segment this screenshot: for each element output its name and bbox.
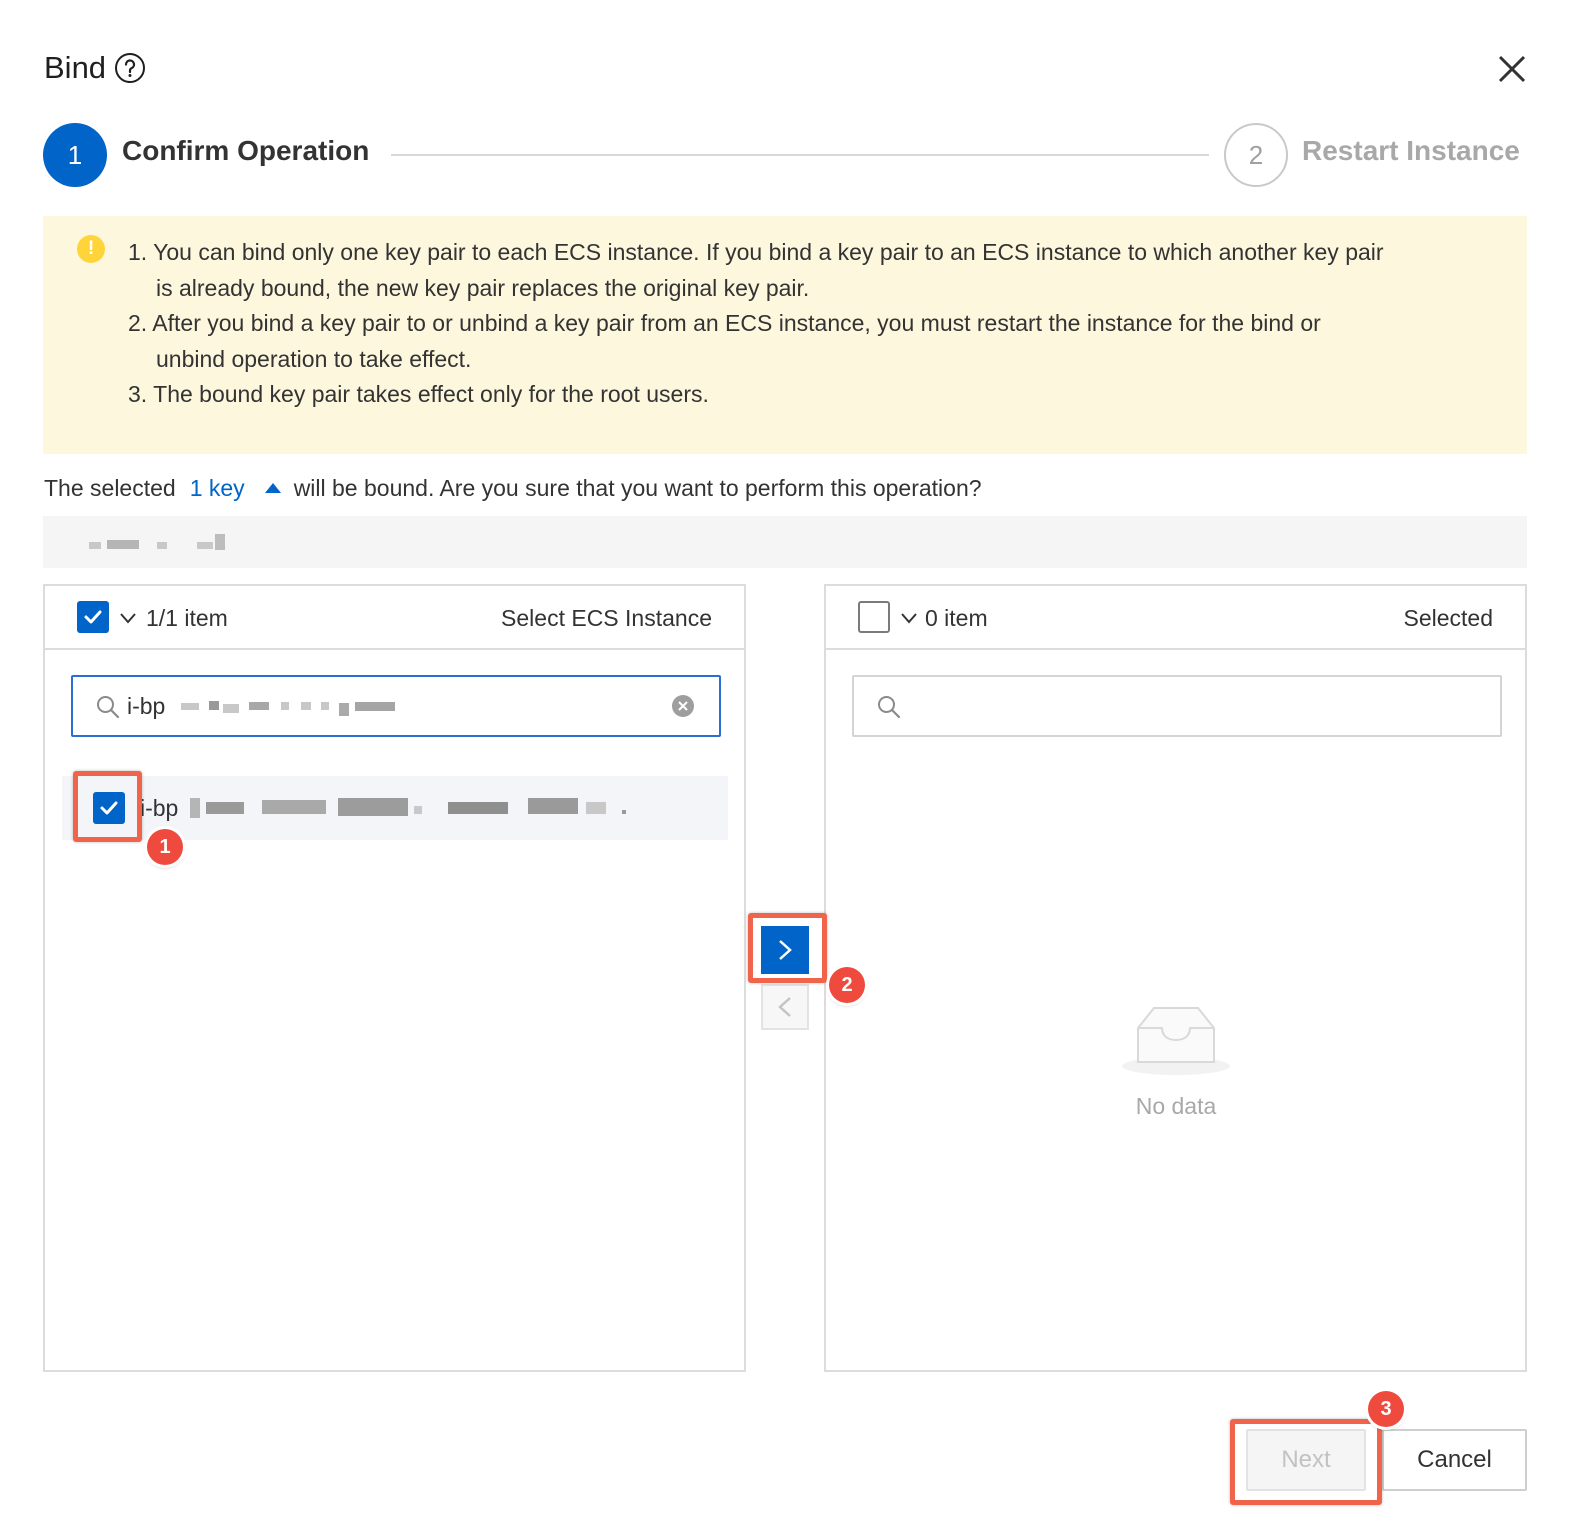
redacted-text	[209, 701, 219, 710]
source-panel: 1/1 item Select ECS Instance i-bp i-bp	[43, 584, 746, 1372]
redacted-text	[197, 542, 213, 549]
redacted-text	[301, 702, 311, 710]
redacted-text	[206, 802, 244, 814]
redacted-text	[528, 798, 578, 814]
check-icon	[84, 610, 102, 624]
redacted-text	[249, 702, 269, 710]
redacted-text	[448, 802, 508, 814]
step-1-label: Confirm Operation	[122, 135, 370, 166]
redacted-text	[157, 542, 167, 549]
source-search-input[interactable]: i-bp	[71, 675, 721, 737]
alert-line-4: unbind operation to take effect.	[156, 346, 472, 372]
target-panel: 0 item Selected	[824, 584, 1527, 1372]
redacted-text	[181, 703, 199, 710]
redacted-text	[281, 702, 289, 710]
source-panel-title: Select ECS Instance	[501, 604, 712, 631]
select-all-checkbox[interactable]	[77, 601, 109, 633]
annotation-badge-2: 2	[829, 967, 865, 1003]
dialog-title-row: Bind	[44, 46, 146, 90]
help-circle-icon[interactable]	[114, 52, 146, 84]
move-left-button[interactable]	[761, 984, 809, 1030]
empty-inbox-icon	[1122, 1007, 1230, 1075]
redacted-text	[262, 800, 326, 814]
cancel-button[interactable]: Cancel	[1382, 1429, 1527, 1491]
annotation-badge-1: 1	[147, 829, 183, 865]
redacted-text	[190, 798, 200, 818]
confirm-suffix: will be bound. Are you sure that you wan…	[293, 474, 982, 501]
redacted-text	[355, 702, 395, 711]
selected-keys-link[interactable]: 1 key	[190, 475, 245, 502]
source-search-value: i-bp	[127, 692, 166, 719]
confirm-message: The selected 1 key will be bound. Are yo…	[44, 470, 982, 506]
step-2-indicator: 2	[1224, 123, 1288, 187]
redacted-text	[414, 806, 422, 814]
alert-line-3: 2. After you bind a key pair to or unbin…	[128, 310, 1321, 336]
alert-line-5: 3. The bound key pair takes effect only …	[128, 381, 709, 407]
empty-text: No data	[1135, 1093, 1217, 1119]
annotation-badge-3: 3	[1368, 1391, 1404, 1427]
confirm-prefix: The selected	[44, 474, 176, 501]
source-count: 1/1 item	[146, 604, 228, 631]
target-panel-header: 0 item Selected	[826, 586, 1525, 650]
redacted-text	[622, 810, 626, 814]
redacted-text	[338, 798, 408, 816]
target-panel-title: Selected	[1403, 604, 1493, 631]
redacted-text	[89, 542, 101, 549]
alert-line-2: is already bound, the new key pair repla…	[156, 275, 810, 301]
redacted-text	[107, 540, 139, 549]
annotation-highlight-2	[748, 913, 827, 983]
step-connector	[391, 154, 1209, 156]
redacted-text	[223, 704, 239, 713]
clear-icon[interactable]	[671, 694, 695, 718]
caret-up-icon[interactable]	[264, 483, 281, 493]
target-search-input[interactable]	[852, 675, 1502, 737]
source-panel-header: 1/1 item Select ECS Instance	[45, 586, 744, 650]
step-1-indicator: 1	[43, 123, 107, 187]
target-count: 0 item	[925, 604, 988, 631]
redacted-text	[586, 802, 606, 814]
chevron-down-icon[interactable]	[119, 612, 137, 624]
step-2-label: Restart Instance	[1302, 135, 1520, 166]
close-icon[interactable]	[1490, 47, 1534, 91]
dialog-title: Bind	[44, 50, 107, 85]
select-all-checkbox[interactable]	[858, 601, 890, 633]
search-icon	[97, 696, 120, 719]
redacted-text	[339, 703, 349, 716]
annotation-highlight-3	[1230, 1419, 1382, 1505]
chevron-down-icon[interactable]	[900, 612, 918, 624]
selected-key-list	[43, 516, 1527, 568]
chevron-left-icon	[778, 997, 791, 1017]
search-icon	[878, 696, 901, 719]
redacted-text	[215, 534, 225, 550]
warning-icon: !	[77, 235, 105, 263]
alert-line-1: 1. You can bind only one key pair to eac…	[128, 239, 1384, 265]
annotation-highlight-1	[73, 771, 142, 842]
redacted-text	[321, 702, 329, 710]
